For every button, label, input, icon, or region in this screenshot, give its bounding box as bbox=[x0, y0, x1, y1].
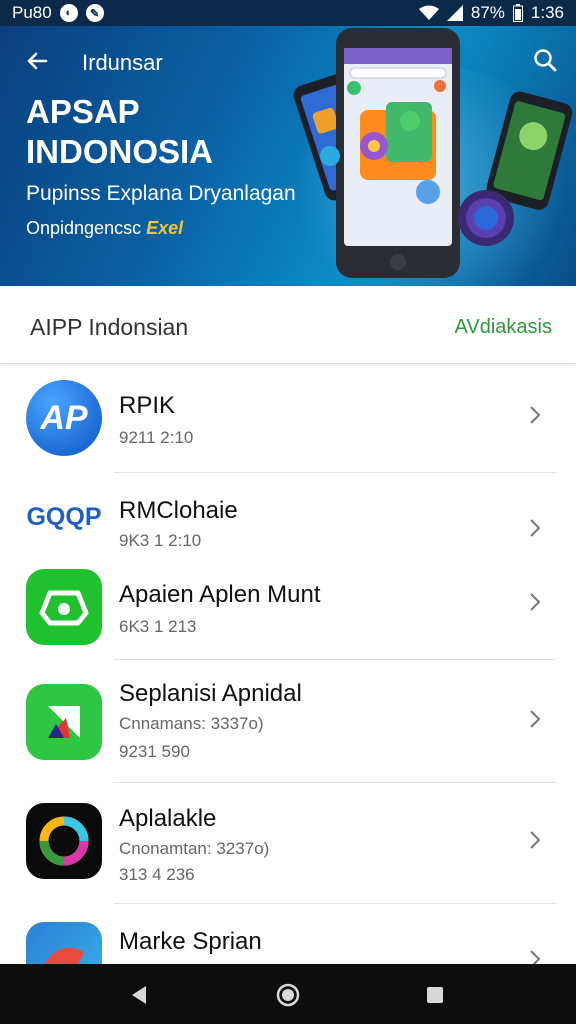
section-title: AIPP Indonsian bbox=[30, 314, 189, 340]
chevron-right-icon bbox=[530, 406, 541, 424]
app-icon-green bbox=[26, 569, 102, 645]
nav-home-icon[interactable] bbox=[275, 982, 301, 1008]
status-left: Pu80 ◐ ✎ bbox=[12, 3, 104, 23]
app-meta: 9231 590 bbox=[119, 742, 190, 761]
system-nav-bar bbox=[0, 964, 576, 1024]
app-icon-gqqp-text: GQQP bbox=[26, 503, 101, 531]
app-sub: Cnnamans: 3337o) bbox=[119, 714, 264, 733]
app-meta: 9K3 1 2:10 bbox=[119, 531, 202, 550]
carrier-label: Pu80 bbox=[12, 3, 52, 22]
app-name: Marke Sprian bbox=[119, 928, 262, 955]
chevron-right-icon bbox=[530, 710, 541, 728]
hero-nav-title: Irdunsar bbox=[82, 50, 163, 75]
hero-subtitle: Pupinss Explana Dryanlagan bbox=[26, 182, 296, 205]
list-item[interactable]: Seplanisi Apnidal Cnnamans: 3337o) 9231 … bbox=[0, 660, 576, 782]
list-item[interactable]: Apaien Aplen Munt 6K3 1 213 bbox=[0, 563, 576, 659]
chevron-right-icon bbox=[530, 950, 541, 964]
app-list: AP RPIK 9211 2:10 GQQP RMClohaie 9K3 1 2… bbox=[0, 366, 576, 964]
app-sub: Cnonamtan: 3237o) bbox=[119, 839, 270, 858]
app-meta: 313 4 236 bbox=[119, 865, 195, 884]
app-icon-arrow bbox=[26, 684, 102, 760]
notification-icon-2: ✎ bbox=[85, 4, 104, 22]
wifi-icon bbox=[418, 5, 439, 21]
notification-icon: ◐ bbox=[59, 4, 78, 22]
svg-text:AP: AP bbox=[39, 399, 88, 437]
back-arrow-icon[interactable] bbox=[22, 46, 52, 76]
app-meta: 9211 2:10 bbox=[119, 428, 194, 447]
nav-back-icon[interactable] bbox=[126, 982, 152, 1008]
app-name: RPIK bbox=[119, 392, 176, 419]
app-name: Apaien Aplen Munt bbox=[119, 581, 321, 608]
signal-icon bbox=[446, 5, 463, 21]
hero-tagline: Onpidngencsc Exel bbox=[26, 218, 183, 239]
hero-toolbar: Irdunsar bbox=[0, 44, 576, 80]
chevron-right-icon bbox=[530, 519, 541, 537]
hero-banner: Irdunsar APSAP INDONOSIA Pupinss Explana… bbox=[0, 26, 576, 286]
list-item[interactable]: Aplalakle Cnonamtan: 3237o) 313 4 236 bbox=[0, 783, 576, 903]
nav-recents-icon[interactable] bbox=[422, 982, 448, 1008]
chevron-right-icon bbox=[530, 593, 541, 611]
section-header: AIPP Indonsian AVdiakasis bbox=[0, 286, 576, 364]
hero-tagline-text: Onpidngencsc bbox=[26, 218, 142, 238]
list-item[interactable]: AP RPIK 9211 2:10 bbox=[0, 366, 576, 472]
app-name: Aplalakle bbox=[119, 805, 217, 832]
status-right: 87% 1:36 bbox=[418, 3, 564, 23]
status-bar: Pu80 ◐ ✎ 87% 1:36 bbox=[0, 0, 576, 26]
app-icon-ap: AP bbox=[26, 380, 102, 456]
battery-percent: 87% bbox=[470, 3, 505, 22]
app-name: Seplanisi Apnidal bbox=[119, 680, 302, 707]
hero-title: APSAP INDONOSIA bbox=[26, 93, 214, 170]
app-icon-partial bbox=[26, 922, 102, 964]
app-name: RMClohaie bbox=[119, 497, 238, 524]
hero-tagline-accent: Exel bbox=[146, 218, 184, 238]
list-item[interactable]: GQQP RMClohaie 9K3 1 2:10 bbox=[0, 473, 576, 563]
search-icon[interactable] bbox=[530, 46, 560, 76]
clock: 1:36 bbox=[530, 3, 564, 22]
battery-icon bbox=[512, 4, 523, 22]
list-item[interactable]: Marke Sprian bbox=[0, 904, 576, 964]
section-link[interactable]: AVdiakasis bbox=[455, 316, 552, 339]
app-icon-gqqp: GQQP bbox=[26, 481, 102, 557]
chevron-right-icon bbox=[530, 831, 541, 849]
app-meta: 6K3 1 213 bbox=[119, 617, 197, 636]
app-icon-ring bbox=[26, 803, 102, 879]
